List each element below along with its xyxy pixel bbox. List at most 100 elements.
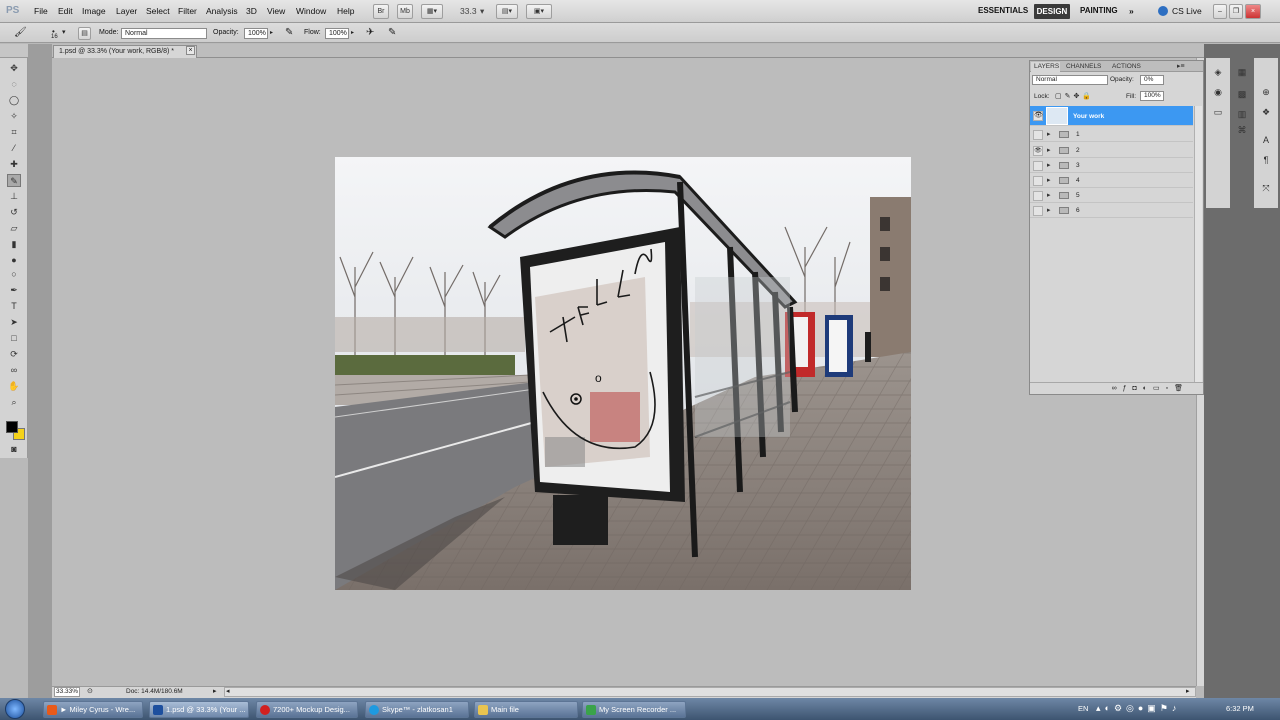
3d-rotate-tool-icon[interactable]: ⟳ xyxy=(7,348,21,361)
workspace-painting[interactable]: PAINTING xyxy=(1080,6,1118,15)
screen-mode-icon[interactable]: ▣▾ xyxy=(526,4,552,19)
navigator-panel-icon[interactable]: ❖ xyxy=(1259,106,1273,118)
zoom-level[interactable]: 33.3 xyxy=(460,6,477,16)
arrange-documents-icon[interactable]: ▤▾ xyxy=(496,4,518,19)
path-selection-tool-icon[interactable]: ➤ xyxy=(7,316,21,329)
menu-image[interactable]: Image xyxy=(82,6,106,16)
layer-name-5[interactable]: 5 xyxy=(1076,192,1080,199)
taskbar-item-folder[interactable]: Main file xyxy=(474,701,578,718)
menu-3d[interactable]: 3D xyxy=(246,6,257,16)
view-extras-icon[interactable]: ▦▾ xyxy=(421,4,443,19)
layer-row-3[interactable] xyxy=(1030,158,1193,173)
status-menu-arrow-icon[interactable]: ▸ xyxy=(213,687,217,695)
layer-row-4[interactable] xyxy=(1030,173,1193,188)
history-panel-icon[interactable]: ▥ xyxy=(1235,108,1249,120)
layer-row-1[interactable] xyxy=(1030,127,1193,142)
blur-tool-icon[interactable]: ● xyxy=(7,254,21,267)
visibility-eye-icon[interactable]: 👁 xyxy=(1033,111,1043,121)
more-workspaces-icon[interactable]: » xyxy=(1129,6,1134,16)
taskbar-clock[interactable]: 6:32 PM xyxy=(1226,704,1254,713)
menu-window[interactable]: Window xyxy=(296,6,326,16)
fill-input[interactable]: 100% xyxy=(1140,91,1164,101)
expand-arrow-icon[interactable]: ▸ xyxy=(1047,176,1051,184)
layer-row-2[interactable] xyxy=(1030,143,1193,158)
bridge-icon[interactable]: Br xyxy=(373,4,389,19)
blend-mode-select[interactable]: Normal xyxy=(1032,75,1108,85)
scroll-right-icon[interactable]: ▸ xyxy=(1186,687,1190,695)
eraser-tool-icon[interactable]: ▱ xyxy=(7,222,21,235)
menu-filter[interactable]: Filter xyxy=(178,6,197,16)
layer-row-6[interactable] xyxy=(1030,203,1193,218)
brush-tool-active-icon[interactable]: ✎ xyxy=(7,174,21,187)
crop-tool-icon[interactable]: ⌗ xyxy=(7,126,21,139)
layers-panel-icon[interactable]: ◈ xyxy=(1211,66,1225,78)
layer-name-4[interactable]: 4 xyxy=(1076,177,1080,184)
visibility-toggle-3[interactable] xyxy=(1033,161,1043,171)
brush-tool-icon[interactable]: 🖌 xyxy=(14,27,27,38)
tab-layers[interactable]: LAYERS xyxy=(1031,62,1060,72)
expand-arrow-icon[interactable]: ▸ xyxy=(1047,161,1051,169)
layer-name-2[interactable]: 2 xyxy=(1076,147,1080,154)
restore-icon[interactable]: ❐ xyxy=(1229,4,1243,19)
healing-brush-tool-icon[interactable]: ✚ xyxy=(7,158,21,171)
airbrush-icon[interactable]: ✈ xyxy=(366,27,374,38)
shape-tool-icon[interactable]: □ xyxy=(7,332,21,345)
clone-stamp-tool-icon[interactable]: ⊥ xyxy=(7,190,21,203)
flow-input[interactable]: 100% xyxy=(325,28,349,39)
menu-select[interactable]: Select xyxy=(146,6,170,16)
taskbar-item-browser[interactable]: 7200+ Mockup Desig... xyxy=(256,701,358,718)
expand-arrow-icon[interactable]: ▸ xyxy=(1047,191,1051,199)
menu-edit[interactable]: Edit xyxy=(58,6,73,16)
layer-name-6[interactable]: 6 xyxy=(1076,207,1080,214)
character-panel-icon[interactable]: A xyxy=(1259,134,1273,146)
minimize-icon[interactable]: – xyxy=(1213,4,1227,19)
menu-help[interactable]: Help xyxy=(337,6,354,16)
visibility-toggle-1[interactable] xyxy=(1033,130,1043,140)
status-zoom-input[interactable]: 33.33% xyxy=(54,687,80,697)
hand-tool-icon[interactable]: ✋ xyxy=(7,380,21,393)
pressure-size-icon[interactable]: ✎ xyxy=(388,27,396,38)
tab-actions[interactable]: ACTIONS xyxy=(1112,62,1141,72)
taskbar-item-media[interactable]: ► Miley Cyrus - Wre... xyxy=(43,701,143,718)
brush-panel-icon[interactable]: ▤ xyxy=(78,27,91,40)
layer-row-5[interactable] xyxy=(1030,188,1193,203)
menu-analysis[interactable]: Analysis xyxy=(206,6,238,16)
visibility-eye-icon[interactable]: 👁 xyxy=(1033,146,1043,156)
quick-selection-tool-icon[interactable]: ✧ xyxy=(7,110,21,123)
layers-footer-icons[interactable]: ∞ƒ◘◐▭▫🗑 xyxy=(1030,382,1203,394)
document-canvas[interactable]: o xyxy=(335,157,911,590)
brush-chevron-icon[interactable]: ▾ xyxy=(62,28,66,36)
expand-arrow-icon[interactable]: ▸ xyxy=(1047,146,1051,154)
system-tray-icons[interactable]: ▴◐⚙◎●▣⚑♪ xyxy=(1096,703,1180,714)
taskbar-item-photoshop[interactable]: 1.psd @ 33.3% (Your ... xyxy=(149,701,249,718)
3d-orbit-tool-icon[interactable]: ∞ xyxy=(7,364,21,377)
visibility-toggle-4[interactable] xyxy=(1033,176,1043,186)
channels-panel-icon[interactable]: ◉ xyxy=(1211,86,1225,98)
zoom-tool-icon[interactable]: ⌕ xyxy=(7,396,21,409)
horizontal-scrollbar[interactable] xyxy=(224,687,1196,697)
dodge-tool-icon[interactable]: ○ xyxy=(7,268,21,281)
menu-view[interactable]: View xyxy=(267,6,285,16)
taskbar-item-skype[interactable]: Skype™ - zlatkosan1 xyxy=(365,701,469,718)
adjustments-panel-icon[interactable]: ▩ xyxy=(1235,88,1249,100)
brush-panel-icon[interactable]: ⌘ xyxy=(1235,124,1249,136)
paths-panel-icon[interactable]: ▭ xyxy=(1211,106,1225,118)
close-tab-icon[interactable]: × xyxy=(186,46,195,55)
workspace-design[interactable]: DESIGN xyxy=(1034,4,1070,19)
layer-name-1[interactable]: 1 xyxy=(1076,131,1080,138)
panel-menu-icon[interactable]: ▸≡ xyxy=(1177,62,1185,72)
minibridge-icon[interactable]: Mb xyxy=(397,4,413,19)
visibility-toggle-5[interactable] xyxy=(1033,191,1043,201)
tab-channels[interactable]: CHANNELS xyxy=(1066,62,1101,72)
close-window-icon[interactable]: × xyxy=(1245,4,1261,19)
start-button[interactable] xyxy=(5,699,25,719)
history-brush-tool-icon[interactable]: ↺ xyxy=(7,206,21,219)
color-panel-icon[interactable]: ▦ xyxy=(1235,66,1249,78)
layers-scrollbar[interactable] xyxy=(1194,106,1202,382)
layer-name-your-work[interactable]: Your work xyxy=(1073,113,1104,120)
lasso-tool-icon[interactable]: ◯ xyxy=(7,94,21,107)
info-panel-icon[interactable]: ⊕ xyxy=(1259,86,1273,98)
taskbar-item-recorder[interactable]: My Screen Recorder ... xyxy=(582,701,686,718)
layer-opacity-input[interactable]: 0% xyxy=(1140,75,1164,85)
opacity-input[interactable]: 100% xyxy=(244,28,268,39)
